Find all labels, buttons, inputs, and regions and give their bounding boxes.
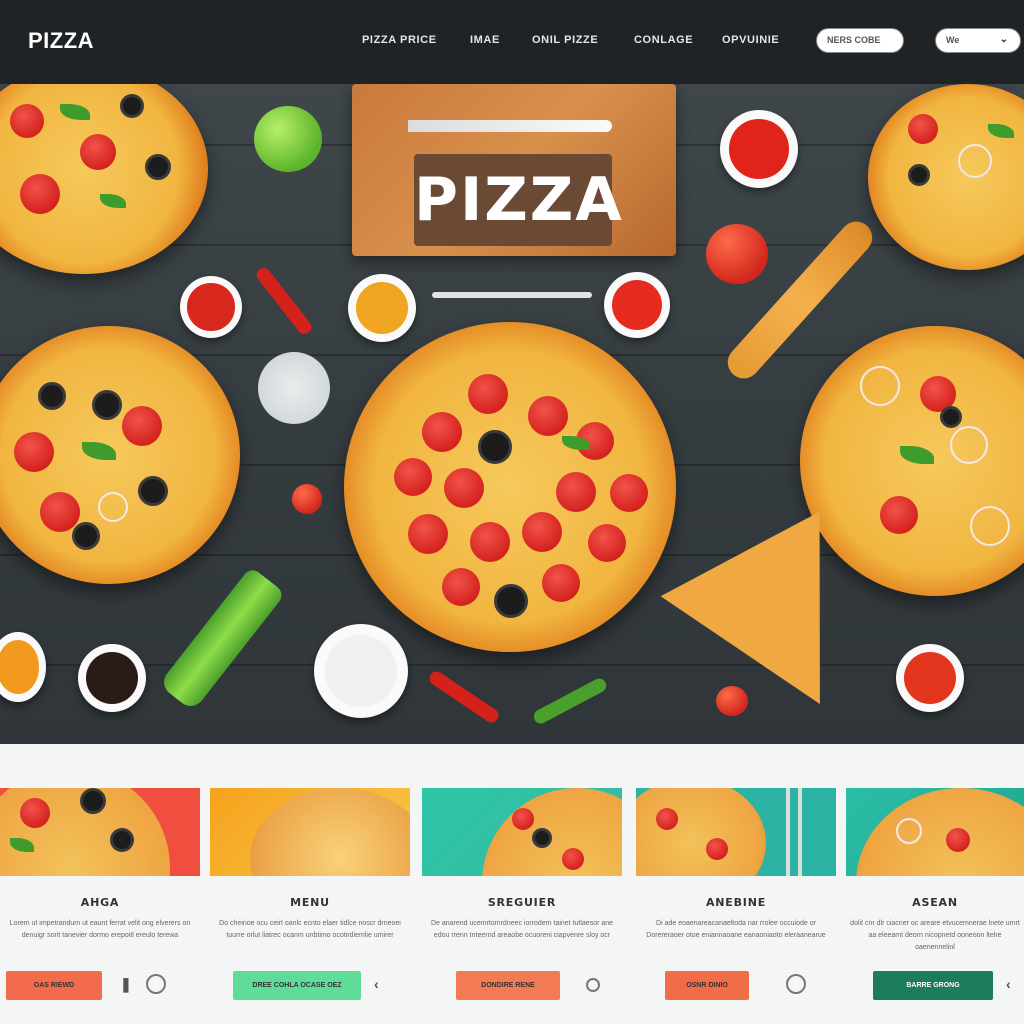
nav-link-2[interactable]: IMAE [470,34,500,46]
card-button[interactable]: BARRE GRONG [873,971,993,1000]
card-image [846,788,1024,876]
search-input[interactable]: NERS COBE [816,28,904,53]
hero-banner: PIZZA [0,84,1024,744]
site-header: PIZZA PIZZA PRICE IMAE ONIL PIZZE CONLAG… [0,0,1024,84]
apple-image [254,106,322,172]
card-title: SREGUIER [487,896,557,909]
card-title: ANEBINE [705,896,767,909]
fork-image [432,292,592,298]
card-image [636,788,836,876]
circle-icon[interactable] [146,974,166,994]
header-dropdown[interactable]: We ⌄ [935,28,1021,53]
card-description: Do cheinoe ocu ceirt oanlc ecnto elaer t… [219,920,401,939]
card-image [0,788,200,876]
circle-icon[interactable] [786,974,806,994]
card-image [210,788,410,876]
chevron-left-icon[interactable]: ‹ [374,976,379,992]
card-description: De anarend ucemrtomrdneec iorrodem taine… [430,920,614,939]
board-title: PIZZA [414,165,624,235]
card-image [422,788,622,876]
knife-image [408,120,612,132]
chevron-left-icon[interactable]: ‹ [1006,976,1011,992]
featured-pizza-image [344,322,676,652]
card-description: Lorem ut impetrandum ut eaunt ferrat vel… [9,920,191,939]
nav-link-4[interactable]: CONLAGE [634,34,693,46]
card-button[interactable]: DONDIRE RENE [456,971,560,1000]
nav-link-3[interactable]: ONIL PIZZE [532,34,598,46]
card-description: dolit cnr dlr ciacner oc areare etvucemn… [850,920,1020,951]
card-title: ASEAN [912,896,958,909]
card-button[interactable]: OAS RIEWD [6,971,102,1000]
glass-image [258,352,330,424]
card-title: AHGA [80,896,120,909]
card-button[interactable]: DREE COHLA OCASE OEZ [233,971,361,1000]
card-title: MENU [290,896,330,909]
nav-link-5[interactable]: OPVUINIE [722,34,779,46]
dropdown-value: We [946,35,960,45]
nav-link-1[interactable]: PIZZA PRICE [362,34,437,46]
site-logo[interactable]: PIZZA [28,28,94,54]
card-description: Di ade eoaenareacanaeltoda nar rrolee oc… [646,920,826,939]
chevron-down-icon: ⌄ [999,34,1008,45]
circle-icon[interactable] [586,978,600,992]
bottle-image [158,566,286,712]
card-button[interactable]: OSNR DINIO [665,971,749,1000]
pause-icon[interactable]: ❚ [120,976,132,993]
